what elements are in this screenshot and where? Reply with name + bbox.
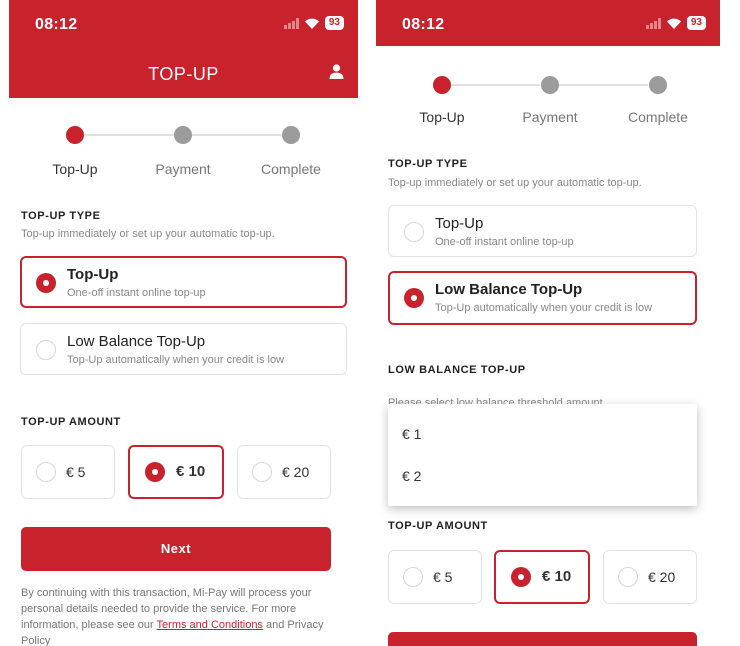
topup-amount-title: TOP-UP AMOUNT	[388, 520, 488, 532]
amount-option-10[interactable]: € 10	[128, 445, 224, 499]
amount-label: € 5	[433, 569, 453, 585]
wifi-icon	[304, 18, 319, 29]
dropdown-option-2[interactable]: € 2	[402, 468, 421, 484]
threshold-dropdown-menu[interactable]: € 1 € 2	[388, 404, 697, 506]
topup-type-title: TOP-UP TYPE	[388, 158, 468, 170]
wifi-icon	[666, 18, 681, 29]
option-title: Low Balance Top-Up	[67, 333, 206, 350]
status-time: 08:12	[35, 16, 78, 33]
option-description: One-off instant online top-up	[67, 287, 206, 299]
step-dot-complete	[282, 126, 300, 144]
next-button[interactable]	[388, 632, 697, 646]
topup-screen-left: 08:12 93 TOP-UP Top-Up Payment Complete …	[9, 0, 358, 646]
status-bar: 08:12 93	[376, 0, 720, 46]
amount-label: € 5	[66, 464, 86, 480]
option-title: Low Balance Top-Up	[435, 281, 583, 298]
radio-selected[interactable]	[36, 273, 56, 293]
radio-unselected[interactable]	[403, 567, 423, 587]
amount-option-20[interactable]: € 20	[603, 550, 697, 604]
status-icons: 93	[645, 16, 706, 30]
step-dot-topup	[433, 76, 451, 94]
disclaimer-text-and: and	[266, 619, 285, 631]
radio-unselected[interactable]	[252, 462, 272, 482]
next-button[interactable]: Next	[21, 527, 331, 571]
amount-option-5[interactable]: € 5	[388, 550, 482, 604]
step-dot-complete	[649, 76, 667, 94]
battery-icon: 93	[324, 16, 344, 30]
step-label-payment: Payment	[522, 109, 578, 125]
topup-amount-title: TOP-UP AMOUNT	[21, 416, 121, 428]
low-balance-title: LOW BALANCE TOP-UP	[388, 364, 526, 376]
option-title: Top-Up	[435, 215, 484, 232]
radio-unselected[interactable]	[36, 340, 56, 360]
option-low-balance-topup[interactable]: Low Balance Top-Up Top-Up automatically …	[20, 323, 347, 375]
option-topup[interactable]: Top-Up One-off instant online top-up	[20, 256, 347, 308]
option-low-balance-topup[interactable]: Low Balance Top-Up Top-Up automatically …	[388, 271, 697, 325]
signal-icon	[645, 17, 661, 29]
radio-selected[interactable]	[511, 567, 531, 587]
option-description: Top-Up automatically when your credit is…	[67, 354, 285, 366]
app-header: TOP-UP	[9, 42, 358, 98]
step-label-topup: Top-Up	[419, 109, 465, 125]
topup-type-subtitle: Top-up immediately or set up your automa…	[388, 177, 642, 189]
privacy-disclaimer: By continuing with this transaction, Mi-…	[21, 585, 331, 646]
terms-link[interactable]: Terms and Conditions	[157, 619, 263, 631]
radio-unselected[interactable]	[36, 462, 56, 482]
amount-label: € 20	[648, 569, 676, 585]
option-title: Top-Up	[67, 266, 119, 283]
radio-selected[interactable]	[145, 462, 165, 482]
step-connector	[192, 134, 282, 136]
step-label-complete: Complete	[261, 161, 321, 177]
account-button[interactable]	[329, 64, 344, 84]
amount-label: € 10	[176, 463, 206, 480]
user-icon	[329, 64, 344, 79]
option-description: Top-Up automatically when your credit is…	[435, 302, 653, 314]
radio-selected[interactable]	[404, 288, 424, 308]
signal-icon	[283, 17, 299, 29]
radio-unselected[interactable]	[618, 567, 638, 587]
amount-label: € 10	[542, 568, 572, 585]
battery-icon: 93	[686, 16, 706, 30]
step-connector	[558, 84, 648, 86]
status-bar: 08:12 93	[9, 0, 358, 42]
step-label-complete: Complete	[628, 109, 688, 125]
step-dot-topup	[66, 126, 84, 144]
amount-option-5[interactable]: € 5	[21, 445, 115, 499]
option-topup[interactable]: Top-Up One-off instant online top-up	[388, 205, 697, 257]
progress-stepper: Top-Up Payment Complete	[376, 66, 720, 136]
topup-type-subtitle: Top-up immediately or set up your automa…	[21, 228, 275, 240]
page-title: TOP-UP	[148, 64, 219, 84]
step-dot-payment	[541, 76, 559, 94]
radio-unselected[interactable]	[404, 222, 424, 242]
amount-label: € 20	[282, 464, 310, 480]
step-label-topup: Top-Up	[52, 161, 98, 177]
amount-option-20[interactable]: € 20	[237, 445, 331, 499]
dropdown-option-1[interactable]: € 1	[402, 426, 421, 442]
topup-type-title: TOP-UP TYPE	[21, 210, 101, 222]
step-connector	[450, 84, 540, 86]
option-description: One-off instant online top-up	[435, 236, 574, 248]
amount-option-10[interactable]: € 10	[494, 550, 590, 604]
progress-stepper: Top-Up Payment Complete	[9, 118, 358, 188]
status-icons: 93	[283, 16, 344, 30]
step-label-payment: Payment	[155, 161, 211, 177]
topup-screen-right: 08:12 93 Top-Up Payment Complete TOP-UP …	[376, 0, 720, 646]
status-time: 08:12	[402, 16, 445, 33]
step-connector	[84, 134, 174, 136]
step-dot-payment	[174, 126, 192, 144]
